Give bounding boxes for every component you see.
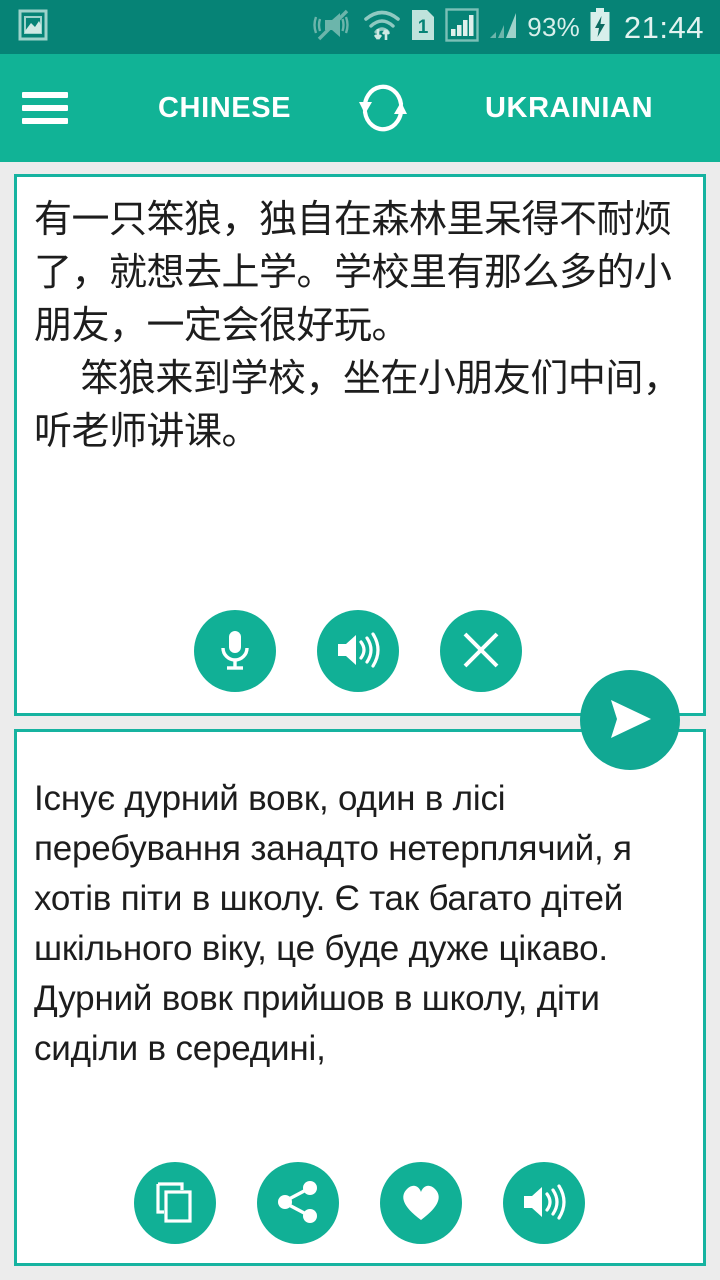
- status-bar: 1 93% 21:44: [0, 0, 720, 54]
- wifi-transfer-icon: [363, 7, 401, 48]
- favorite-button[interactable]: [380, 1162, 462, 1244]
- heart-icon: [398, 1181, 444, 1226]
- app-screen: 1 93% 21:44 CHINESE UKRAINIAN 有一只笨狼，独自在森…: [0, 0, 720, 1280]
- target-text-content[interactable]: Існує дурний вовк, один в лісі перебуван…: [34, 774, 688, 1074]
- svg-text:1: 1: [418, 17, 429, 38]
- microphone-button[interactable]: [194, 610, 276, 692]
- close-x-icon: [461, 630, 501, 673]
- share-button[interactable]: [257, 1162, 339, 1244]
- source-language-label[interactable]: CHINESE: [158, 92, 291, 125]
- status-bar-left-icons: [0, 9, 48, 46]
- source-action-buttons: [194, 610, 522, 692]
- status-bar-right-icons: 1 93% 21:44: [312, 7, 720, 48]
- target-action-buttons: [134, 1162, 585, 1244]
- speak-source-button[interactable]: [317, 610, 399, 692]
- signal-bars-sim2-icon: [488, 8, 518, 47]
- vibrate-mute-icon: [312, 8, 354, 47]
- swap-languages-icon[interactable]: [352, 80, 414, 136]
- hamburger-menu-icon[interactable]: [22, 92, 68, 124]
- speak-target-button[interactable]: [503, 1162, 585, 1244]
- copy-icon: [154, 1180, 196, 1227]
- send-arrow-icon: [602, 694, 658, 747]
- screenshot-image-icon: [18, 9, 48, 46]
- signal-bars-sim1-icon: [445, 7, 479, 47]
- clear-source-button[interactable]: [440, 610, 522, 692]
- translate-send-button[interactable]: [580, 670, 680, 770]
- share-icon: [276, 1180, 320, 1227]
- microphone-icon: [216, 627, 254, 676]
- battery-charging-icon: [589, 7, 611, 47]
- target-language-label[interactable]: UKRAINIAN: [485, 92, 653, 125]
- speaker-icon: [520, 1182, 568, 1225]
- speaker-icon: [334, 630, 382, 673]
- copy-button[interactable]: [134, 1162, 216, 1244]
- battery-percent-label: 93%: [527, 12, 580, 42]
- status-bar-clock: 21:44: [623, 9, 704, 45]
- source-text-content[interactable]: 有一只笨狼，独自在森林里呆得不耐烦了，就想去上学。学校里有那么多的小朋友，一定会…: [34, 193, 688, 458]
- sim-card-1-icon: 1: [410, 8, 436, 47]
